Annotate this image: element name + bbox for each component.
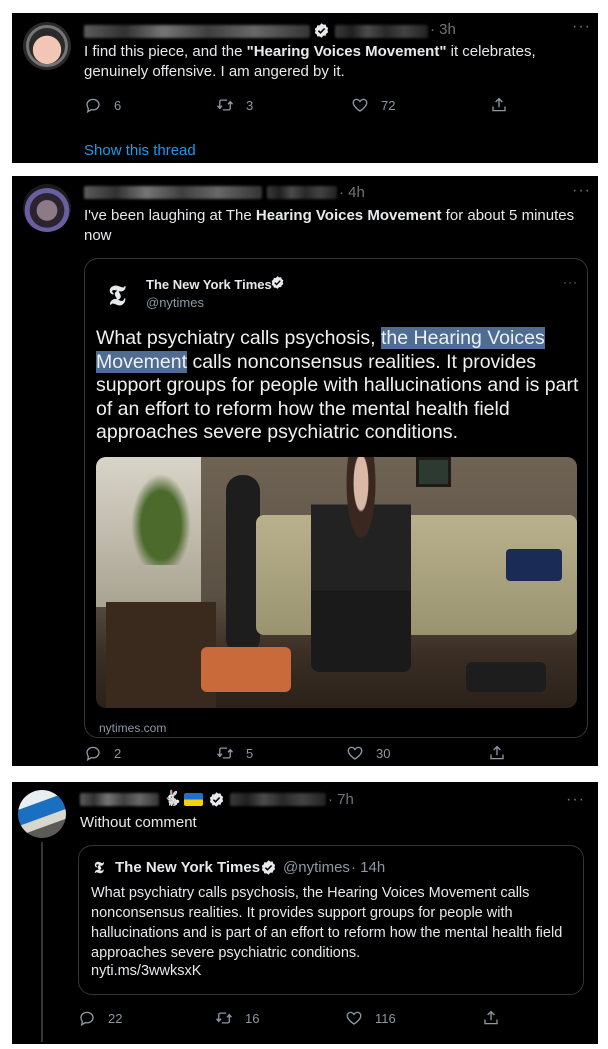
tweet-text-bold: "Hearing Voices Movement" bbox=[246, 43, 447, 60]
avatar-ring bbox=[26, 25, 68, 67]
photo-plant bbox=[126, 465, 196, 565]
quoted-time[interactable]: · 14h bbox=[351, 859, 385, 876]
show-thread-link[interactable]: Show this thread bbox=[84, 142, 196, 159]
quoted-handle[interactable]: @nytimes bbox=[146, 295, 204, 310]
reply-button[interactable]: 22 bbox=[78, 1009, 122, 1027]
quoted-tweet-card[interactable]: 𝕿 The New York Times @nytimes ··· What p… bbox=[84, 258, 588, 738]
verified-badge-icon bbox=[260, 859, 277, 876]
reply-icon bbox=[78, 1009, 96, 1027]
retweet-button[interactable]: 5 bbox=[216, 744, 253, 762]
quoted-more-icon[interactable]: ··· bbox=[563, 275, 578, 289]
tweet-1[interactable]: · 3h ··· I find this piece, and the "Hea… bbox=[12, 13, 598, 163]
reply-count: 2 bbox=[114, 745, 122, 761]
thread-line bbox=[41, 842, 43, 1042]
more-icon[interactable]: ··· bbox=[566, 791, 585, 809]
like-count: 116 bbox=[375, 1010, 396, 1026]
tweet-text-bold: Hearing Voices Movement bbox=[255, 207, 442, 224]
share-icon bbox=[488, 744, 506, 762]
handle-redacted bbox=[335, 25, 428, 38]
share-button[interactable] bbox=[482, 1009, 500, 1027]
like-count: 30 bbox=[376, 745, 391, 761]
display-name-redacted bbox=[80, 793, 159, 806]
tweet-text-a: I've been laughing at The bbox=[84, 207, 256, 224]
verified-badge-icon bbox=[270, 275, 285, 290]
reply-count: 22 bbox=[108, 1010, 123, 1026]
quoted-name[interactable]: The New York Times bbox=[146, 277, 272, 292]
like-button[interactable]: 30 bbox=[346, 744, 390, 762]
handle-redacted bbox=[230, 793, 326, 806]
retweet-count: 5 bbox=[246, 745, 254, 761]
nyt-logo: 𝕿 bbox=[94, 858, 104, 877]
reply-button[interactable]: 6 bbox=[84, 96, 121, 114]
like-button[interactable]: 116 bbox=[345, 1009, 396, 1027]
photo-table bbox=[106, 602, 216, 708]
tweet-time[interactable]: · 3h bbox=[430, 21, 456, 38]
reply-icon bbox=[84, 744, 102, 762]
article-domain[interactable]: nytimes.com bbox=[99, 721, 166, 735]
like-count: 72 bbox=[381, 97, 396, 113]
nyt-logo: 𝕿 bbox=[108, 279, 126, 312]
photo-skates-right bbox=[466, 662, 546, 692]
photo-pillow bbox=[506, 549, 562, 581]
quoted-text: What psychiatry calls psychosis, the Hea… bbox=[96, 327, 582, 445]
photo-picture-frame bbox=[416, 457, 451, 487]
ukraine-flag-icon bbox=[184, 793, 203, 806]
tweet-text: I find this piece, and the "Hearing Voic… bbox=[84, 42, 584, 82]
quoted-handle[interactable]: @nytimes bbox=[283, 859, 350, 876]
reply-button[interactable]: 2 bbox=[84, 744, 121, 762]
reply-count: 6 bbox=[114, 97, 122, 113]
verified-badge-icon bbox=[208, 791, 225, 808]
article-photo[interactable] bbox=[96, 457, 577, 708]
share-icon bbox=[482, 1009, 500, 1027]
rabbit-icon: 🐇 bbox=[163, 790, 182, 807]
photo-person bbox=[311, 457, 411, 672]
tweet-text: I've been laughing at The Hearing Voices… bbox=[84, 206, 584, 246]
tweet-2[interactable]: · 4h ··· I've been laughing at The Heari… bbox=[12, 176, 598, 766]
tweet-text-a: I find this piece, and the bbox=[84, 43, 247, 60]
quoted-link[interactable]: nyti.ms/3wwksxK bbox=[91, 963, 201, 979]
retweet-button[interactable]: 3 bbox=[216, 96, 253, 114]
verified-badge-icon bbox=[313, 22, 330, 39]
tweet-time[interactable]: · 4h bbox=[339, 184, 365, 201]
avatar[interactable] bbox=[23, 22, 71, 70]
heart-icon bbox=[351, 96, 369, 114]
quoted-text-a: What psychiatry calls psychosis, bbox=[96, 327, 382, 349]
display-name-redacted bbox=[84, 25, 310, 38]
tweet-3[interactable]: 🐇 · 7h ··· Without comment 𝕿 The New Yor… bbox=[12, 782, 598, 1044]
retweet-icon bbox=[216, 96, 234, 114]
more-icon[interactable]: ··· bbox=[572, 18, 591, 36]
retweet-icon bbox=[215, 1009, 233, 1027]
like-button[interactable]: 72 bbox=[351, 96, 395, 114]
reply-icon bbox=[84, 96, 102, 114]
heart-icon bbox=[345, 1009, 363, 1027]
share-button[interactable] bbox=[488, 744, 506, 762]
avatar[interactable] bbox=[18, 790, 66, 838]
retweet-count: 3 bbox=[246, 97, 254, 113]
quoted-name[interactable]: The New York Times bbox=[115, 859, 260, 876]
retweet-icon bbox=[216, 744, 234, 762]
handle-redacted bbox=[267, 186, 337, 199]
heart-icon bbox=[346, 744, 364, 762]
retweet-count: 16 bbox=[245, 1010, 260, 1026]
display-name-redacted bbox=[84, 186, 262, 199]
share-icon bbox=[490, 96, 508, 114]
more-icon[interactable]: ··· bbox=[572, 182, 591, 200]
tweet-text: Without comment bbox=[80, 814, 197, 831]
quoted-text: What psychiatry calls psychosis, the Hea… bbox=[91, 885, 563, 961]
photo-guitar-case bbox=[226, 475, 260, 655]
photo-skates-left bbox=[201, 647, 291, 692]
quoted-tweet-card[interactable]: 𝕿 The New York Times @nytimes · 14h What… bbox=[78, 845, 584, 995]
retweet-button[interactable]: 16 bbox=[215, 1009, 259, 1027]
share-button[interactable] bbox=[490, 96, 508, 114]
tweet-time[interactable]: · 7h bbox=[328, 791, 354, 808]
avatar[interactable] bbox=[23, 184, 71, 232]
